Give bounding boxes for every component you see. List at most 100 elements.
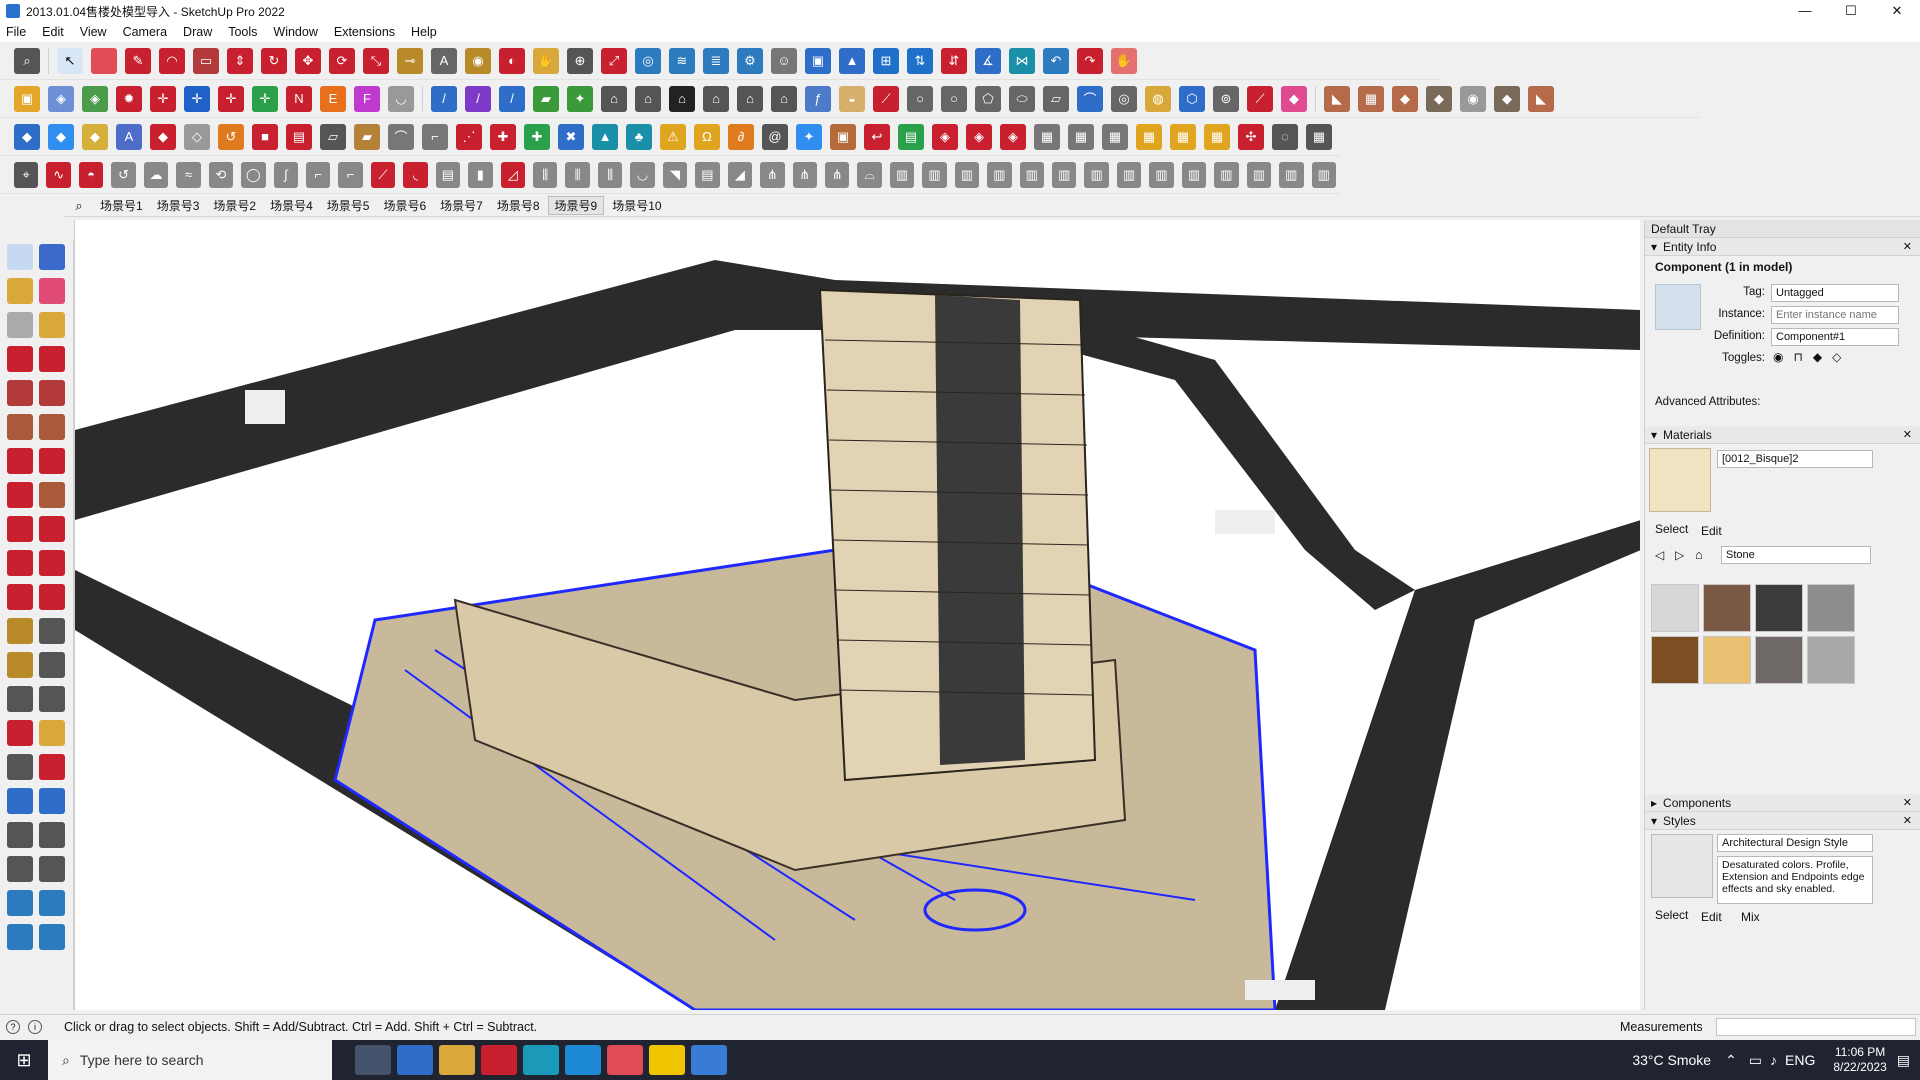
facade12-icon[interactable]: ▥ [1246,161,1272,188]
scale-icon[interactable]: ⤡ [363,47,389,74]
previous-view-icon[interactable] [39,788,65,814]
menu-extensions[interactable]: Extensions [334,25,395,39]
scene-tab[interactable]: 场景号5 [321,197,376,214]
grid-yellow-icon[interactable]: ▦ [1136,123,1162,150]
zoom-extents-icon[interactable]: ⤢ [601,47,627,74]
house2-icon[interactable]: ⌂ [635,85,661,112]
material-swatch[interactable] [1807,636,1855,684]
shape7-icon[interactable]: ◎ [1111,85,1137,112]
scatter-icon[interactable]: ✣ [1238,123,1264,150]
zoom-window-icon[interactable]: ⊕ [567,47,593,74]
arc-icon[interactable] [7,448,33,474]
square-red-icon[interactable]: ■ [252,123,278,150]
notification-icon[interactable]: ▤ [1897,1052,1910,1069]
menu-file[interactable]: File [6,25,26,39]
solid-icon[interactable] [7,924,33,950]
orbit-icon[interactable] [39,244,65,270]
twist-icon[interactable]: ⟲ [208,161,234,188]
layer-blue-icon[interactable]: ◆ [14,123,40,150]
split2-icon[interactable]: ⋔ [792,161,817,188]
gear-red-icon[interactable]: ✹ [116,85,142,112]
text-icon[interactable]: A [431,47,457,74]
close-icon[interactable]: ✕ [1903,814,1912,827]
polygon-icon[interactable] [39,414,65,440]
facade7-icon[interactable]: ▥ [1084,161,1109,188]
mesh-icon[interactable]: ▦ [1034,123,1060,150]
red-arrow-icon[interactable]: ✛ [218,85,244,112]
definition-input[interactable]: Component#1 [1771,328,1899,346]
paint-icon[interactable] [7,278,33,304]
tag-select[interactable]: Untagged [1771,284,1899,302]
materials-tab-edit[interactable]: Edit [1701,524,1722,538]
facade11-icon[interactable]: ▥ [1214,161,1239,188]
help-icon[interactable]: ? [6,1019,20,1034]
dropdown-a-icon[interactable]: A [116,123,142,150]
scene-tab[interactable]: 场景号10 [606,197,667,214]
mesh3-icon[interactable]: ▦ [1102,123,1128,150]
close-icon[interactable]: ✕ [1903,240,1912,253]
shape8-icon[interactable]: ◍ [1145,85,1171,112]
bezier-icon[interactable]: ∿ [46,161,71,188]
arrow-cross-icon[interactable]: ✛ [150,85,176,112]
layer-yellow-icon[interactable]: ◆ [82,123,108,150]
rectangle-icon[interactable]: ▭ [193,47,219,74]
move-icon[interactable] [7,516,33,542]
paint-bucket-icon[interactable]: ◉ [465,47,491,74]
shape10-icon[interactable]: ⊚ [1213,85,1239,112]
frame-icon[interactable]: ▱ [320,123,346,150]
ribs-icon[interactable]: ⫼ [533,161,558,188]
freehand-icon[interactable] [39,346,65,372]
scene-tab[interactable]: 场景号3 [151,197,206,214]
blue-arrow-icon[interactable]: ✛ [184,85,210,112]
maximize-button[interactable]: ☐ [1828,0,1874,22]
zoom-extents-icon[interactable] [7,788,33,814]
cross-icon[interactable]: ✚ [490,123,516,150]
entity-info-header[interactable]: ▾ Entity Info ✕ [1645,238,1920,256]
3d-text-icon[interactable] [39,686,65,712]
fillet-icon[interactable]: ◟ [403,161,428,188]
zoom-icon[interactable] [7,754,33,780]
measurements-input[interactable] [1716,1017,1916,1036]
info-icon[interactable]: i [28,1019,42,1034]
close-icon[interactable]: ✕ [1903,796,1912,809]
layer-icon[interactable]: ◎ [635,47,661,74]
curve2-icon[interactable]: ◡ [630,161,655,188]
line-red-icon[interactable]: ⟋ [1247,85,1273,112]
eraser-pink-icon[interactable]: ◆ [1281,85,1307,112]
cloud-icon[interactable]: ☁ [143,161,169,188]
clock[interactable]: 11:06 PM 8/22/2023 [1833,1045,1886,1075]
ribs3-icon[interactable]: ⫼ [597,161,623,188]
move-icon[interactable]: ✥ [295,47,321,74]
slab-icon[interactable]: ◇ [184,123,210,150]
weather-text[interactable]: 33°C Smoke [1632,1052,1711,1068]
f-arrow-icon[interactable]: F [354,85,380,112]
axes-icon[interactable]: ⊞ [873,47,899,74]
text-icon[interactable] [39,652,65,678]
cup-icon[interactable]: ▣ [830,123,856,150]
bend2-icon[interactable]: ∫ [273,161,298,188]
cubes3-icon[interactable]: ◈ [1000,123,1026,150]
arch-icon[interactable]: ⌓ [857,161,882,188]
extension-icon[interactable]: ▣ [805,47,831,74]
scene-tab-active[interactable]: 场景号9 [547,196,605,215]
terrain3-icon[interactable]: ◆ [1392,85,1418,112]
shape5-icon[interactable]: ▱ [1043,85,1069,112]
box-icon[interactable]: ▣ [14,85,40,112]
pan-icon[interactable] [39,720,65,746]
facade-icon[interactable]: ▥ [889,161,915,188]
material-swatch[interactable] [1755,584,1803,632]
terrain2-icon[interactable]: ▦ [1358,85,1384,112]
house-icon[interactable]: ⌂ [601,85,627,112]
protractor-icon[interactable] [7,652,33,678]
solid-icon[interactable]: ≣ [703,47,729,74]
pencil-icon[interactable] [39,312,65,338]
sphere-icon[interactable]: ◯ [241,161,266,188]
layer-icon[interactable] [7,890,33,916]
grid-edit-icon[interactable]: ▦ [1306,123,1332,150]
network-icon[interactable]: ▭ [1749,1052,1762,1069]
terrain5-icon[interactable]: ◉ [1460,85,1486,112]
box-brown-icon[interactable]: ▰ [354,123,380,150]
scene-tab[interactable]: 场景号4 [264,197,319,214]
scene-tab[interactable]: 场景号2 [207,197,262,214]
shape2-icon[interactable]: ○ [941,85,967,112]
